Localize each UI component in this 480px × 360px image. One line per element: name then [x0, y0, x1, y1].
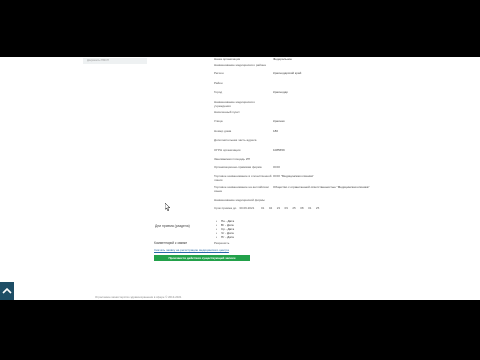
form-row-label: Дополнительная часть адреса: [214, 138, 257, 142]
sidebar-tab[interactable]: Документы ПМСП: [83, 58, 147, 64]
form-row-label: Улица: [214, 119, 223, 123]
form-row-label: Наименование медицинской фирмы: [214, 198, 265, 202]
number-item: 25: [315, 206, 320, 210]
form-row-label: Город: [214, 90, 223, 94]
form-row-label: Наименование медицинского учреждения: [214, 100, 255, 108]
form-row-label: Номер дома: [214, 129, 232, 133]
days-label: Дни приема (раздела): [155, 224, 190, 228]
day-label: Пт - Дата: [221, 235, 234, 239]
number-item: 01: [308, 206, 312, 210]
footer-text: Отраслевое министерство здравоохранения …: [95, 295, 182, 299]
form-row-label: Населенный пункт: [214, 110, 240, 114]
chevron-up-icon: [2, 287, 12, 294]
submit-button[interactable]: Произвести действия существующей записи: [154, 255, 250, 261]
date-row: Срок приема до 30.09.2021 01 04 23 09 25 08 01 25: [214, 206, 319, 210]
number-item: 23: [276, 206, 281, 210]
form-row-label: Наименование медицинского района: [214, 63, 266, 67]
form-row-label: Организационно-правовая форма: [214, 165, 262, 169]
form-row-value: ООО "Медицинская клиника": [273, 174, 314, 178]
form-row-label: ОГРН организации: [214, 148, 241, 152]
number-item: 09: [284, 206, 288, 210]
comment-label: Комментарий к заявке: [154, 241, 188, 245]
form-row-value: 180: [273, 129, 279, 133]
form-row-value: Краснодар: [273, 90, 288, 94]
form-row-value: Федеральное: [273, 57, 292, 61]
page-content: Документы ПМСП Наша организация Федеральн…: [0, 57, 480, 300]
form-row-value: Красная: [273, 119, 285, 123]
form-row-label: Занимаемая площадь ИП: [214, 157, 251, 161]
date-value[interactable]: 30.09.2021: [239, 206, 254, 210]
form-row-label: Наша организация: [214, 57, 241, 61]
form-row-value: Краснодарский край: [273, 71, 302, 75]
number-item: 08: [300, 206, 304, 210]
form-row-value: ООО: [273, 165, 281, 169]
form-row-label: Торговое наименование на английском язык…: [214, 185, 269, 193]
form-row-label: Торговое наименование в отечественной ли…: [214, 174, 272, 182]
number-item: 04: [268, 206, 273, 210]
form-row-value: Общество с ограниченной ответственностью…: [273, 185, 370, 189]
number-item: 25: [292, 206, 296, 210]
number-list: 01 04 23 09 25 08 01 25: [261, 206, 324, 210]
mouse-pointer-icon: [165, 203, 171, 211]
comment-value: Разрешить: [214, 241, 230, 245]
date-label: Срок приема до: [214, 206, 237, 210]
form-row-label: Регион: [214, 71, 224, 75]
number-item: 01: [261, 206, 265, 210]
form-row-label: Район: [214, 81, 223, 85]
day-item[interactable]: • Пт - Дата: [216, 235, 234, 239]
form-row-value: 1085659: [273, 148, 285, 152]
download-link[interactable]: Скачать заявку на регистрацию медицинско…: [154, 248, 229, 252]
scroll-top-button[interactable]: [0, 282, 14, 300]
